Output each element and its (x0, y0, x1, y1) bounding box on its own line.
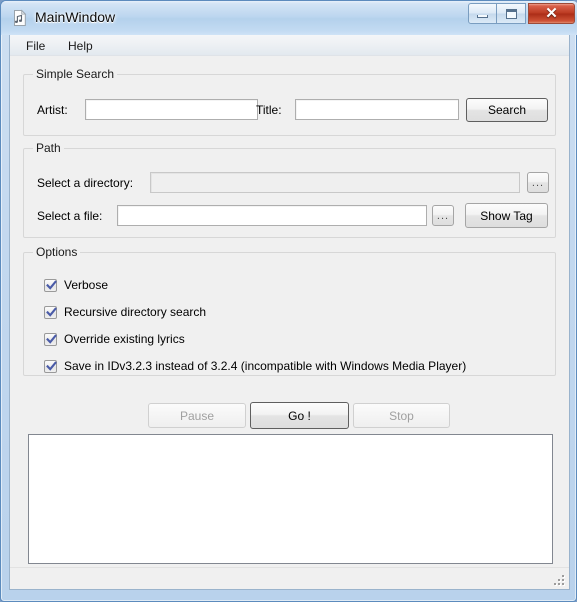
options-group: Options Verbose Recursive directory sear… (23, 245, 556, 376)
checkbox-box (44, 359, 57, 373)
show-tag-button[interactable]: Show Tag (465, 203, 548, 228)
menu-item-help[interactable]: Help (62, 38, 99, 54)
resize-grip-icon[interactable] (553, 574, 566, 587)
maximize-button[interactable] (497, 3, 526, 24)
checkbox-box (44, 305, 57, 319)
stop-button[interactable]: Stop (353, 403, 450, 428)
menu-bar: File Help (10, 35, 569, 56)
checkbox-recursive-directory-search[interactable]: Recursive directory search (44, 305, 206, 319)
application-window: MainWindow ✕ File Help Simple Search Art… (0, 0, 577, 602)
checkbox-verbose[interactable]: Verbose (44, 278, 108, 292)
artist-label: Artist: (37, 103, 68, 117)
music-document-icon (11, 9, 29, 27)
directory-browse-button[interactable]: ... (527, 172, 549, 193)
close-icon: ✕ (545, 5, 558, 22)
minimize-icon (477, 14, 488, 18)
title-input[interactable] (295, 99, 459, 120)
title-label: Title: (256, 103, 282, 117)
client-area: File Help Simple Search Artist: Title: S… (9, 35, 570, 590)
options-group-title: Options (33, 245, 81, 259)
search-button[interactable]: Search (466, 98, 548, 122)
pause-button[interactable]: Pause (148, 403, 246, 428)
checkbox-label: Recursive directory search (64, 305, 207, 319)
file-browse-button[interactable]: ... (432, 205, 454, 226)
checkbox-box (44, 278, 57, 292)
log-output-area[interactable] (28, 434, 553, 564)
minimize-button[interactable] (468, 3, 497, 24)
checkbox-label: Override existing lyrics (64, 332, 185, 346)
title-bar[interactable]: MainWindow ✕ (1, 1, 577, 35)
window-controls: ✕ (468, 3, 575, 25)
directory-input[interactable] (150, 172, 520, 193)
checkbox-label: Verbose (64, 278, 109, 292)
go-button[interactable]: Go ! (250, 402, 349, 429)
path-group: Path Select a directory: ... Select a fi… (23, 141, 556, 238)
close-button[interactable]: ✕ (528, 3, 575, 24)
window-title: MainWindow (35, 9, 116, 25)
maximize-icon (505, 8, 517, 19)
simple-search-group: Simple Search Artist: Title: Search (23, 67, 556, 136)
checkbox-save-idv3-legacy[interactable]: Save in IDv3.2.3 instead of 3.2.4 (incom… (44, 359, 466, 373)
checkbox-label: Save in IDv3.2.3 instead of 3.2.4 (incom… (64, 359, 467, 373)
checkbox-override-existing-lyrics[interactable]: Override existing lyrics (44, 332, 185, 346)
checkbox-box (44, 332, 57, 346)
file-input[interactable] (117, 205, 427, 226)
path-group-title: Path (33, 141, 64, 155)
log-output-text (29, 435, 552, 441)
simple-search-group-title: Simple Search (33, 67, 118, 81)
menu-item-file[interactable]: File (20, 38, 51, 54)
status-bar (10, 567, 569, 589)
artist-input[interactable] (85, 99, 258, 120)
select-directory-label: Select a directory: (37, 176, 134, 190)
select-file-label: Select a file: (37, 209, 103, 223)
